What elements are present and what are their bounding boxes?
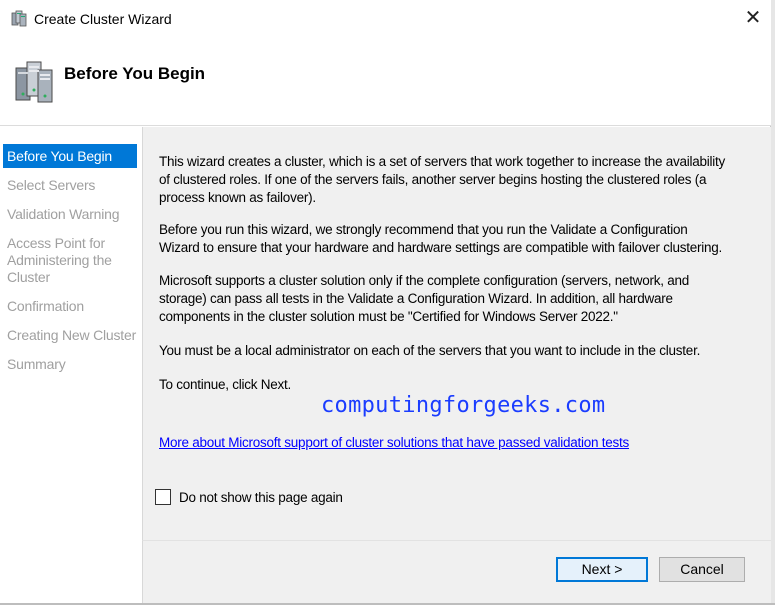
wizard-content: This wizard creates a cluster, which is … — [142, 127, 771, 540]
wizard-footer: Next > Cancel — [142, 540, 771, 603]
wizard-steps-sidebar: Before You Begin Select Servers Validati… — [0, 140, 140, 603]
step-select-servers[interactable]: Select Servers — [3, 177, 137, 194]
wizard-header: Before You Begin — [0, 40, 771, 126]
step-summary[interactable]: Summary — [3, 356, 137, 373]
cluster-app-icon — [10, 10, 28, 28]
cancel-button[interactable]: Cancel — [659, 557, 745, 582]
intro-paragraph: This wizard creates a cluster, which is … — [159, 154, 726, 205]
step-confirmation[interactable]: Confirmation — [3, 298, 137, 315]
do-not-show-label[interactable]: Do not show this page again — [179, 490, 343, 505]
window-title: Create Cluster Wizard — [34, 11, 172, 27]
next-button[interactable]: Next > — [556, 557, 648, 582]
recommendation-paragraph: Before you run this wizard, we strongly … — [159, 222, 723, 255]
step-access-point[interactable]: Access Point for Administering the Clust… — [3, 235, 113, 286]
support-paragraph: Microsoft supports a cluster solution on… — [159, 273, 690, 324]
step-before-you-begin[interactable]: Before You Begin — [3, 144, 137, 168]
title-bar: Create Cluster Wizard ✕ — [0, 0, 771, 40]
server-cluster-icon — [14, 58, 54, 104]
window-edge — [771, 0, 775, 605]
page-title: Before You Begin — [64, 64, 206, 83]
do-not-show-row: Do not show this page again — [155, 488, 343, 506]
wizard-window: Create Cluster Wizard ✕ Before You Begin — [0, 0, 771, 603]
close-button[interactable]: ✕ — [736, 4, 770, 34]
watermark-text: computingforgeeks.com — [321, 393, 606, 418]
admin-paragraph: You must be a local administrator on eac… — [159, 343, 701, 358]
support-link[interactable]: More about Microsoft support of cluster … — [159, 435, 629, 450]
do-not-show-checkbox[interactable] — [155, 489, 171, 505]
close-icon: ✕ — [744, 7, 762, 29]
continue-paragraph: To continue, click Next. — [159, 377, 292, 392]
step-validation-warning[interactable]: Validation Warning — [3, 206, 137, 223]
step-creating-new-cluster[interactable]: Creating New Cluster — [3, 327, 137, 344]
